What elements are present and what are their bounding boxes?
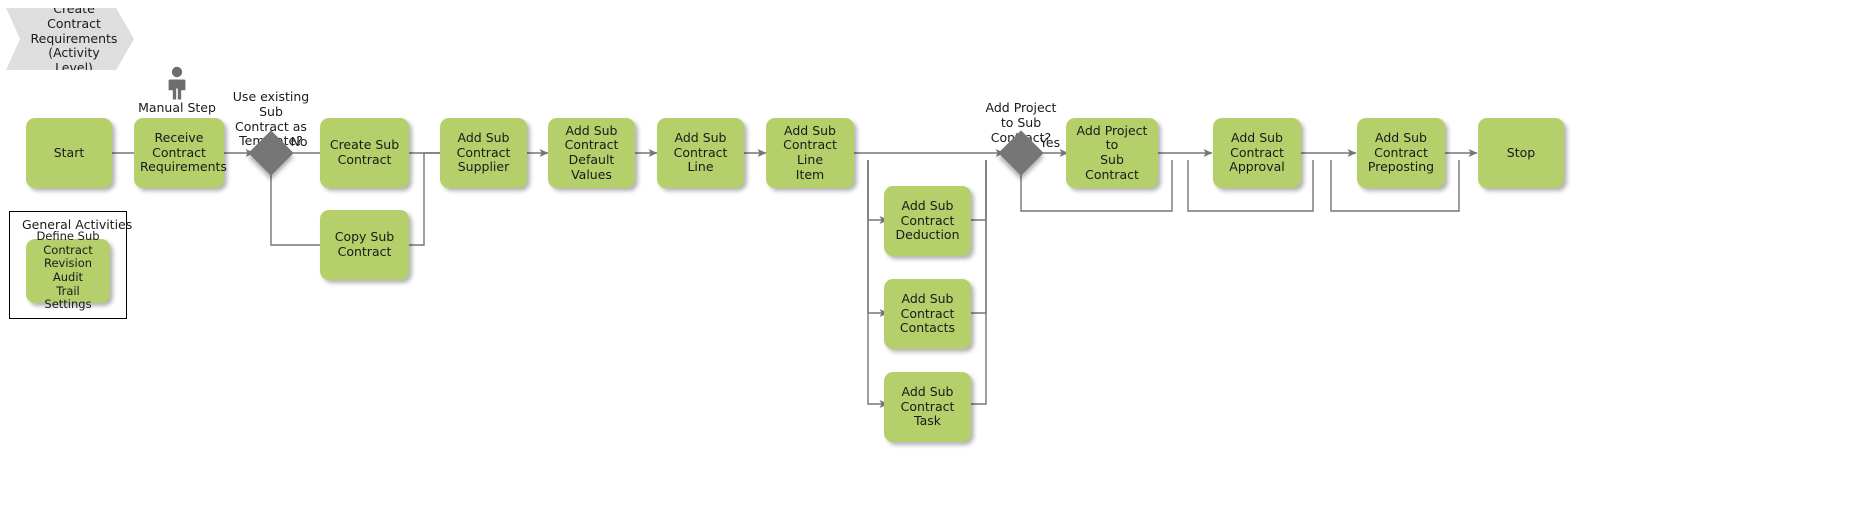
- process-flow-diagram: Create Contract Requirements (Activity L…: [0, 0, 1860, 530]
- banner-line-3: Requirements: [30, 30, 118, 46]
- node-add-sub-contract-default-values-label: Add Sub Contract Default Values: [564, 122, 619, 182]
- node-create-sub-contract[interactable]: Create Sub Contract: [320, 118, 409, 188]
- node-start-label: Start: [53, 144, 85, 160]
- node-add-sub-contract-task-label: Add Sub Contract Task: [900, 383, 955, 429]
- node-receive-contract-requirements-label: Receive Contract Requirements: [140, 129, 227, 175]
- node-add-sub-contract-default-values[interactable]: Add Sub Contract Default Values: [548, 118, 635, 188]
- node-add-sub-contract-deduction[interactable]: Add Sub Contract Deduction: [884, 186, 971, 256]
- edge-deduction-return: [970, 160, 987, 221]
- edge-contacts-return: [970, 160, 987, 314]
- decision-add-project-label-line-2: to Sub: [1000, 114, 1042, 130]
- node-stop[interactable]: Stop: [1478, 118, 1564, 188]
- connector-layer: [112, 149, 1478, 408]
- node-add-sub-contract-contacts[interactable]: Add Sub Contract Contacts: [884, 279, 971, 349]
- node-add-sub-contract-contacts-label: Add Sub Contract Contacts: [899, 290, 956, 336]
- decision-add-project-branch-yes: Yes: [1039, 135, 1061, 150]
- decision-add-project-label-line-1: Add Project: [985, 100, 1057, 115]
- node-define-sub-contract-revision-audit-trail-settings-label: Define Sub Contract Revision Audit Trail Se…: [36, 229, 100, 312]
- banner-line-4: (Activity Level): [48, 45, 100, 76]
- node-add-sub-contract-approval[interactable]: Add Sub Contract Approval: [1213, 118, 1301, 188]
- node-add-sub-contract-preposting[interactable]: Add Sub Contract Preposting: [1357, 118, 1445, 188]
- node-copy-sub-contract-label: Copy Sub Contract: [334, 229, 395, 259]
- node-add-sub-contract-supplier-label: Add Sub Contract Supplier: [456, 129, 511, 175]
- node-add-sub-contract-line-label: Add Sub Contract Line: [673, 129, 728, 175]
- decision-use-template-label-line-1: Use existing: [232, 89, 310, 104]
- node-add-sub-contract-preposting-label: Add Sub Contract Preposting: [1367, 129, 1435, 175]
- edge-task-return: [970, 160, 987, 405]
- node-receive-contract-requirements[interactable]: Receive Contract Requirements: [134, 118, 227, 188]
- node-add-project-to-sub-contract[interactable]: Add Project to Sub Contract: [1066, 118, 1158, 188]
- node-start[interactable]: Start: [26, 118, 112, 188]
- node-create-sub-contract-label: Create Sub Contract: [329, 137, 400, 167]
- node-add-sub-contract-line[interactable]: Add Sub Contract Line: [657, 118, 744, 188]
- node-add-sub-contract-line-item-label: Add Sub Contract Line Item: [783, 122, 837, 182]
- node-stop-label: Stop: [1506, 144, 1536, 160]
- node-add-sub-contract-approval-label: Add Sub Contract Approval: [1229, 129, 1285, 175]
- node-add-sub-contract-task[interactable]: Add Sub Contract Task: [884, 372, 971, 442]
- node-add-sub-contract-deduction-label: Add Sub Contract Deduction: [895, 197, 960, 243]
- decision-use-template-branch-no: No: [290, 134, 308, 149]
- banner-line-1: Create: [53, 1, 95, 17]
- node-add-sub-contract-line-item[interactable]: Add Sub Contract Line Item: [766, 118, 854, 188]
- banner-line-2: Contract: [47, 15, 101, 31]
- node-add-sub-contract-supplier[interactable]: Add Sub Contract Supplier: [440, 118, 527, 188]
- node-define-sub-contract-revision-audit-trail-settings[interactable]: Define Sub Contract Revision Audit Trail Se…: [26, 229, 110, 311]
- manual-step-caption: Manual Step: [138, 100, 216, 115]
- node-copy-sub-contract[interactable]: Copy Sub Contract: [320, 210, 409, 280]
- node-add-project-to-sub-contract-label: Add Project to Sub Contract: [1076, 122, 1148, 182]
- decision-use-template-label-line-2: Sub: [259, 103, 283, 119]
- activity-level-banner: Create Contract Requirements (Activity L…: [6, 8, 134, 70]
- manual-step-person-icon: [168, 66, 186, 100]
